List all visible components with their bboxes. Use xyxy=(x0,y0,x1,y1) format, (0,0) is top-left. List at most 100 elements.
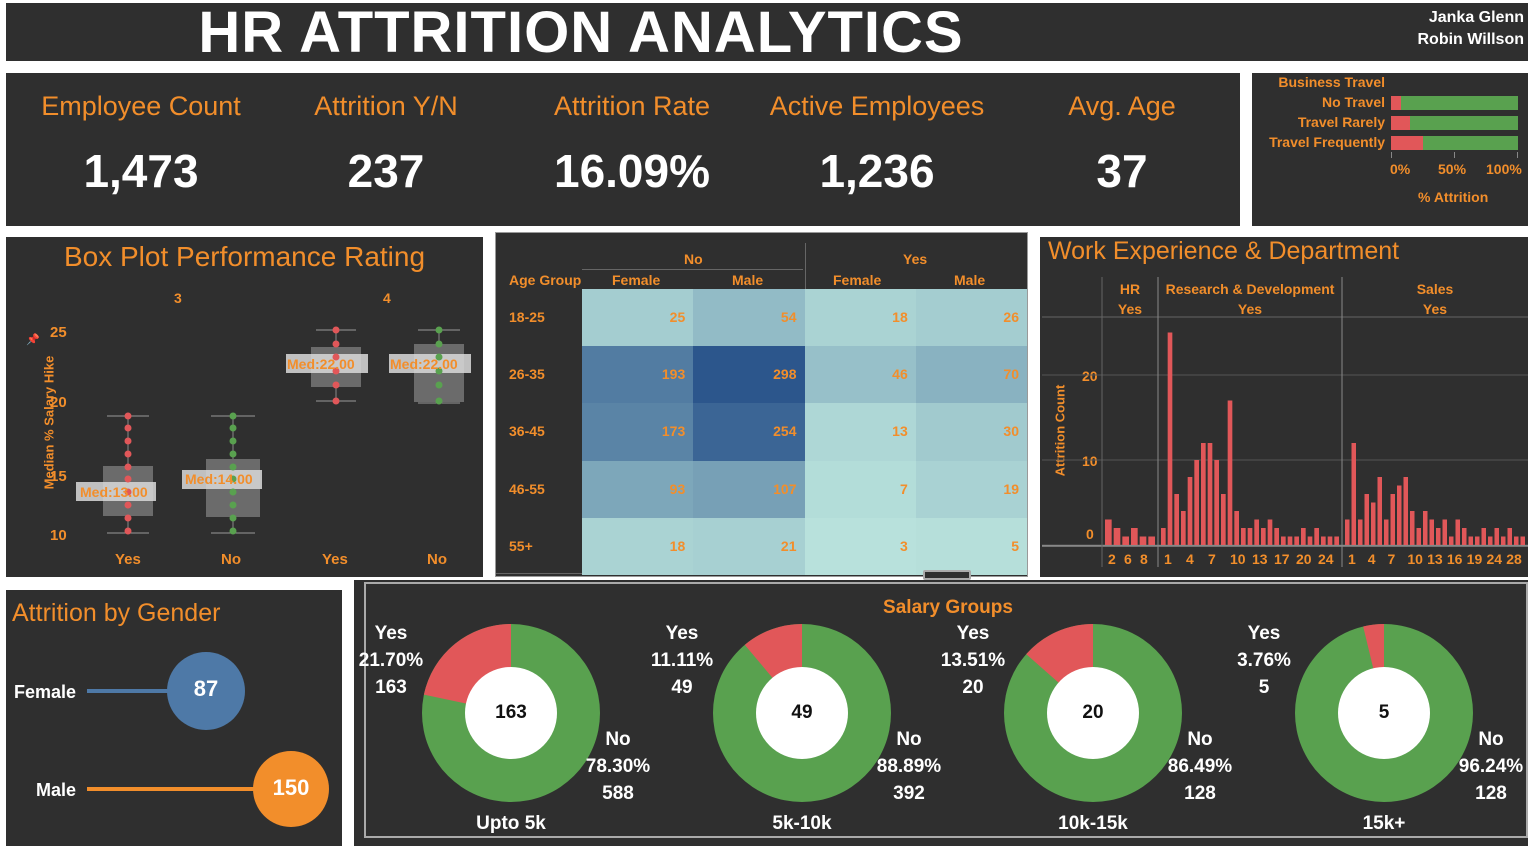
x-tick-label: 24 xyxy=(1486,551,1502,567)
kpi-attrition-count[interactable]: Attrition Y/N 237 xyxy=(263,73,509,198)
heatmap-cell[interactable]: 7 xyxy=(804,460,916,518)
yes-count: 5 xyxy=(1258,677,1270,698)
heatmap-cell[interactable]: 18 xyxy=(804,289,916,347)
x-tick-label: 7 xyxy=(1208,551,1216,567)
heatmap-cell[interactable]: 30 xyxy=(915,403,1027,461)
axis-tick xyxy=(1517,152,1518,158)
attrition-bar xyxy=(1371,502,1376,545)
attrition-bar xyxy=(1307,536,1313,545)
heatmap-cell[interactable]: 298 xyxy=(693,346,805,404)
x-tick-label: 10 xyxy=(1230,551,1246,567)
heatmap-cell[interactable]: 18 xyxy=(582,517,694,575)
heatmap-cell-value: 25 xyxy=(669,309,686,325)
heatmap-cell[interactable]: 46 xyxy=(804,346,916,404)
work-experience-panel: Work Experience & Department HR Yes Rese… xyxy=(1040,237,1528,577)
travel-bar[interactable] xyxy=(1391,116,1518,130)
col-header: Female xyxy=(833,272,882,288)
heatmap-cell[interactable]: 54 xyxy=(693,289,805,347)
heatmap-cell-value: 7 xyxy=(899,480,908,497)
x-tick-label: 24 xyxy=(1318,551,1334,567)
male-count: 150 xyxy=(272,775,310,800)
heatmap-cell-value: 3 xyxy=(899,537,908,554)
attrition-bar xyxy=(1131,528,1138,545)
attrition-bar xyxy=(1261,528,1266,545)
attrition-bar xyxy=(1462,528,1467,545)
donut-center-value: 20 xyxy=(1082,702,1104,723)
x-tick-label: 16 xyxy=(1447,551,1463,567)
authors: Janka Glenn Robin Willson xyxy=(1417,7,1524,51)
attrition-bar xyxy=(1475,536,1480,545)
heatmap-cell[interactable]: 107 xyxy=(693,460,805,518)
x-tick-label: No xyxy=(221,551,241,568)
attrition-bar xyxy=(1221,494,1226,545)
resize-handle[interactable] xyxy=(923,570,971,580)
attrition-bar xyxy=(1514,536,1519,545)
heatmap-cell[interactable]: 19 xyxy=(915,460,1027,518)
kpi-label: Employee Count xyxy=(41,91,241,121)
attrition-bar xyxy=(1161,528,1166,545)
travel-bar[interactable] xyxy=(1391,136,1518,150)
travel-bar[interactable] xyxy=(1391,96,1518,110)
heatmap-cell[interactable]: 254 xyxy=(693,403,805,461)
heatmap-cell-value: 46 xyxy=(892,366,908,383)
heatmap-cell[interactable]: 25 xyxy=(582,289,694,347)
heatmap-cell[interactable]: 26 xyxy=(915,289,1027,347)
yes-label: Yes xyxy=(956,623,990,644)
x-tick-label: 6 xyxy=(1124,551,1132,567)
median-label: Med:13.00 xyxy=(80,484,148,500)
x-tick-label: 8 xyxy=(1140,551,1148,567)
kpi-attrition-rate[interactable]: Attrition Rate 16.09% xyxy=(509,73,755,198)
boxplot-canvas xyxy=(76,326,471,535)
heatmap-cell[interactable]: 173 xyxy=(582,403,694,461)
heatmap-cell[interactable]: 21 xyxy=(693,517,805,575)
median-label: Med:22.00 xyxy=(287,356,355,372)
yes-label: Yes xyxy=(1247,623,1281,644)
x-tick-label: 10 xyxy=(1407,551,1423,567)
heatmap-cell-value: 5 xyxy=(1011,537,1019,554)
heatmap-cell[interactable]: 93 xyxy=(582,460,694,518)
row-label: 55+ xyxy=(509,537,533,554)
attrition-bar xyxy=(1314,528,1319,545)
heatmap-cell-value: 21 xyxy=(780,537,797,554)
male-lollipop-stem xyxy=(87,787,272,791)
yes-pct: 21.70% xyxy=(358,650,424,671)
attrition-bar xyxy=(1436,528,1441,545)
yes-pct: 13.51% xyxy=(940,650,1006,671)
heatmap-cell[interactable]: 3 xyxy=(804,517,916,575)
attrition-bar xyxy=(1201,443,1206,545)
attrition-bar xyxy=(1377,477,1382,545)
x-tick-label: 20 xyxy=(1296,551,1312,567)
row-label: 46-55 xyxy=(509,480,545,497)
x-tick-label: Yes xyxy=(322,551,348,568)
kpi-label: Attrition Rate xyxy=(553,91,711,121)
attrition-bar xyxy=(1139,536,1147,545)
no-pct: 88.89% xyxy=(876,756,942,777)
heatmap-cell[interactable]: 13 xyxy=(804,403,916,461)
attrition-bar xyxy=(1287,536,1293,545)
heatmap-cell-value: 193 xyxy=(661,366,686,383)
attrition-bar xyxy=(1241,528,1246,545)
heatmap-cell-value: 30 xyxy=(1003,423,1019,440)
salary-groups-panel: Salary Groups 163 Yes 21.70% 163 No 78.30% 588… xyxy=(354,580,1528,846)
attrition-bar xyxy=(1364,494,1369,545)
yes-count: 163 xyxy=(375,677,407,698)
salary-group-name: 10k-15k xyxy=(1058,813,1128,834)
kpi-active-employees[interactable]: Active Employees 1,236 xyxy=(754,73,1000,198)
attrition-bar xyxy=(1194,460,1199,545)
yes-count: 49 xyxy=(671,677,693,698)
heatmap-cell[interactable]: 5 xyxy=(915,517,1027,575)
header-bar: HR ATTRITION ANALYTICS Janka Glenn Robin… xyxy=(6,0,1528,65)
kpi-label: Active Employees xyxy=(769,91,985,121)
heatmap-cell[interactable]: 70 xyxy=(915,346,1027,404)
axis-tick-label: 50% xyxy=(1438,161,1467,177)
kpi-employee-count[interactable]: Employee Count 1,473 xyxy=(18,73,264,198)
boxplot-panel: Box Plot Performance Rating 3 4 📌 Median… xyxy=(6,237,483,577)
attrition-bar xyxy=(1390,494,1395,545)
x-tick-label: 4 xyxy=(1368,551,1376,567)
donut-center-value: 163 xyxy=(495,702,527,723)
x-tick-label: 1 xyxy=(1348,551,1356,567)
x-tick-label: 2 xyxy=(1108,551,1116,567)
kpi-avg-age[interactable]: Avg. Age 37 xyxy=(999,73,1245,198)
heatmap-cell[interactable]: 193 xyxy=(582,346,694,404)
x-tick-label: Yes xyxy=(115,551,141,568)
